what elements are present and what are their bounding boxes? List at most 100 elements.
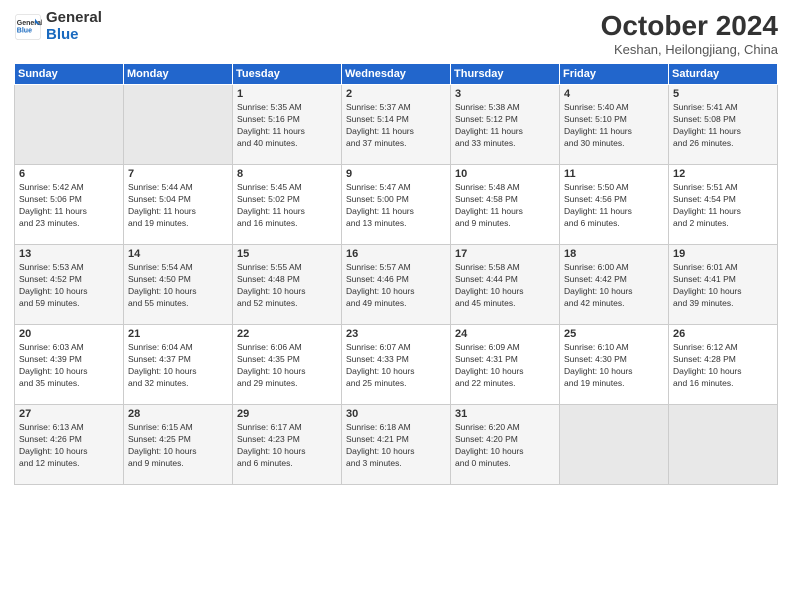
day-info: Sunrise: 6:13 AM Sunset: 4:26 PM Dayligh… — [19, 422, 119, 470]
day-number: 3 — [455, 88, 555, 100]
day-info: Sunrise: 6:20 AM Sunset: 4:20 PM Dayligh… — [455, 422, 555, 470]
day-number: 11 — [564, 168, 664, 180]
day-number: 15 — [237, 248, 337, 260]
calendar-cell: 23 Sunrise: 6:07 AM Sunset: 4:33 PM Dayli… — [342, 325, 451, 405]
day-number: 17 — [455, 248, 555, 260]
day-number: 1 — [237, 88, 337, 100]
calendar-week-row: 20 Sunrise: 6:03 AM Sunset: 4:39 PM Dayli… — [15, 325, 778, 405]
day-number: 25 — [564, 328, 664, 340]
day-info: Sunrise: 6:07 AM Sunset: 4:33 PM Dayligh… — [346, 342, 446, 390]
calendar-cell: 11 Sunrise: 5:50 AM Sunset: 4:56 PM Dayli… — [560, 165, 669, 245]
day-number: 20 — [19, 328, 119, 340]
weekday-header: Sunday — [15, 64, 124, 85]
calendar-week-row: 27Sunrise: 6:13 AM Sunset: 4:26 PM Dayli… — [15, 405, 778, 485]
day-info: Sunrise: 6:03 AM Sunset: 4:39 PM Dayligh… — [19, 342, 119, 390]
day-number: 2 — [346, 88, 446, 100]
day-number: 23 — [346, 328, 446, 340]
day-number: 13 — [19, 248, 119, 260]
calendar-cell — [669, 405, 778, 485]
calendar-table: SundayMondayTuesdayWednesdayThursdayFrid… — [14, 63, 778, 485]
day-info: Sunrise: 5:50 AM Sunset: 4:56 PM Dayligh… — [564, 182, 664, 230]
day-number: 18 — [564, 248, 664, 260]
calendar-cell — [560, 405, 669, 485]
day-number: 21 — [128, 328, 228, 340]
calendar-cell: 10Sunrise: 5:48 AM Sunset: 4:58 PM Dayli… — [451, 165, 560, 245]
day-info: Sunrise: 5:57 AM Sunset: 4:46 PM Dayligh… — [346, 262, 446, 310]
day-number: 28 — [128, 408, 228, 420]
logo-text-general: General — [46, 10, 102, 27]
calendar-cell: 12 Sunrise: 5:51 AM Sunset: 4:54 PM Dayli… — [669, 165, 778, 245]
title-block: October 2024 Keshan, Heilongjiang, China — [601, 10, 778, 57]
weekday-header: Tuesday — [233, 64, 342, 85]
weekday-header: Thursday — [451, 64, 560, 85]
day-number: 19 — [673, 248, 773, 260]
day-info: Sunrise: 5:41 AM Sunset: 5:08 PM Dayligh… — [673, 102, 773, 150]
month-title: October 2024 — [601, 10, 778, 42]
header-row: SundayMondayTuesdayWednesdayThursdayFrid… — [15, 64, 778, 85]
calendar-cell: 22Sunrise: 6:06 AM Sunset: 4:35 PM Dayli… — [233, 325, 342, 405]
day-number: 14 — [128, 248, 228, 260]
day-info: Sunrise: 6:04 AM Sunset: 4:37 PM Dayligh… — [128, 342, 228, 390]
day-info: Sunrise: 5:51 AM Sunset: 4:54 PM Dayligh… — [673, 182, 773, 230]
day-info: Sunrise: 5:44 AM Sunset: 5:04 PM Dayligh… — [128, 182, 228, 230]
page-container: General Blue General Blue October 2024 K… — [0, 0, 792, 495]
day-info: Sunrise: 5:45 AM Sunset: 5:02 PM Dayligh… — [237, 182, 337, 230]
weekday-header: Friday — [560, 64, 669, 85]
calendar-cell: 9Sunrise: 5:47 AM Sunset: 5:00 PM Daylig… — [342, 165, 451, 245]
logo-icon: General Blue — [14, 13, 42, 41]
day-info: Sunrise: 5:40 AM Sunset: 5:10 PM Dayligh… — [564, 102, 664, 150]
day-number: 5 — [673, 88, 773, 100]
day-number: 16 — [346, 248, 446, 260]
calendar-cell: 1Sunrise: 5:35 AM Sunset: 5:16 PM Daylig… — [233, 85, 342, 165]
calendar-cell: 20 Sunrise: 6:03 AM Sunset: 4:39 PM Dayli… — [15, 325, 124, 405]
day-info: Sunrise: 5:54 AM Sunset: 4:50 PM Dayligh… — [128, 262, 228, 310]
calendar-cell: 8 Sunrise: 5:45 AM Sunset: 5:02 PM Daylig… — [233, 165, 342, 245]
day-info: Sunrise: 5:58 AM Sunset: 4:44 PM Dayligh… — [455, 262, 555, 310]
location: Keshan, Heilongjiang, China — [601, 42, 778, 57]
calendar-cell: 26 Sunrise: 6:12 AM Sunset: 4:28 PM Dayli… — [669, 325, 778, 405]
day-info: Sunrise: 5:38 AM Sunset: 5:12 PM Dayligh… — [455, 102, 555, 150]
weekday-header: Saturday — [669, 64, 778, 85]
day-info: Sunrise: 6:10 AM Sunset: 4:30 PM Dayligh… — [564, 342, 664, 390]
day-info: Sunrise: 5:48 AM Sunset: 4:58 PM Dayligh… — [455, 182, 555, 230]
day-info: Sunrise: 5:37 AM Sunset: 5:14 PM Dayligh… — [346, 102, 446, 150]
calendar-cell: 14 Sunrise: 5:54 AM Sunset: 4:50 PM Dayli… — [124, 245, 233, 325]
day-info: Sunrise: 6:09 AM Sunset: 4:31 PM Dayligh… — [455, 342, 555, 390]
day-number: 26 — [673, 328, 773, 340]
weekday-header: Monday — [124, 64, 233, 85]
calendar-cell: 15 Sunrise: 5:55 AM Sunset: 4:48 PM Dayli… — [233, 245, 342, 325]
day-info: Sunrise: 6:00 AM Sunset: 4:42 PM Dayligh… — [564, 262, 664, 310]
calendar-week-row: 13 Sunrise: 5:53 AM Sunset: 4:52 PM Dayli… — [15, 245, 778, 325]
calendar-cell: 27Sunrise: 6:13 AM Sunset: 4:26 PM Dayli… — [15, 405, 124, 485]
day-number: 8 — [237, 168, 337, 180]
calendar-week-row: 1Sunrise: 5:35 AM Sunset: 5:16 PM Daylig… — [15, 85, 778, 165]
day-number: 29 — [237, 408, 337, 420]
calendar-cell: 2 Sunrise: 5:37 AM Sunset: 5:14 PM Daylig… — [342, 85, 451, 165]
day-info: Sunrise: 6:01 AM Sunset: 4:41 PM Dayligh… — [673, 262, 773, 310]
calendar-cell: 3 Sunrise: 5:38 AM Sunset: 5:12 PM Daylig… — [451, 85, 560, 165]
calendar-cell: 30Sunrise: 6:18 AM Sunset: 4:21 PM Dayli… — [342, 405, 451, 485]
day-number: 9 — [346, 168, 446, 180]
day-info: Sunrise: 6:06 AM Sunset: 4:35 PM Dayligh… — [237, 342, 337, 390]
day-number: 30 — [346, 408, 446, 420]
day-number: 12 — [673, 168, 773, 180]
day-number: 6 — [19, 168, 119, 180]
calendar-cell: 7 Sunrise: 5:44 AM Sunset: 5:04 PM Daylig… — [124, 165, 233, 245]
calendar-cell: 16 Sunrise: 5:57 AM Sunset: 4:46 PM Dayli… — [342, 245, 451, 325]
page-header: General Blue General Blue October 2024 K… — [14, 10, 778, 57]
calendar-cell: 17 Sunrise: 5:58 AM Sunset: 4:44 PM Dayli… — [451, 245, 560, 325]
day-info: Sunrise: 6:12 AM Sunset: 4:28 PM Dayligh… — [673, 342, 773, 390]
calendar-cell — [15, 85, 124, 165]
calendar-cell: 18 Sunrise: 6:00 AM Sunset: 4:42 PM Dayli… — [560, 245, 669, 325]
calendar-cell: 4Sunrise: 5:40 AM Sunset: 5:10 PM Daylig… — [560, 85, 669, 165]
day-info: Sunrise: 5:53 AM Sunset: 4:52 PM Dayligh… — [19, 262, 119, 310]
svg-text:Blue: Blue — [17, 27, 32, 34]
day-number: 7 — [128, 168, 228, 180]
weekday-header: Wednesday — [342, 64, 451, 85]
calendar-cell: 5 Sunrise: 5:41 AM Sunset: 5:08 PM Daylig… — [669, 85, 778, 165]
calendar-cell — [124, 85, 233, 165]
day-info: Sunrise: 6:15 AM Sunset: 4:25 PM Dayligh… — [128, 422, 228, 470]
calendar-cell: 24Sunrise: 6:09 AM Sunset: 4:31 PM Dayli… — [451, 325, 560, 405]
day-info: Sunrise: 6:17 AM Sunset: 4:23 PM Dayligh… — [237, 422, 337, 470]
day-info: Sunrise: 5:55 AM Sunset: 4:48 PM Dayligh… — [237, 262, 337, 310]
